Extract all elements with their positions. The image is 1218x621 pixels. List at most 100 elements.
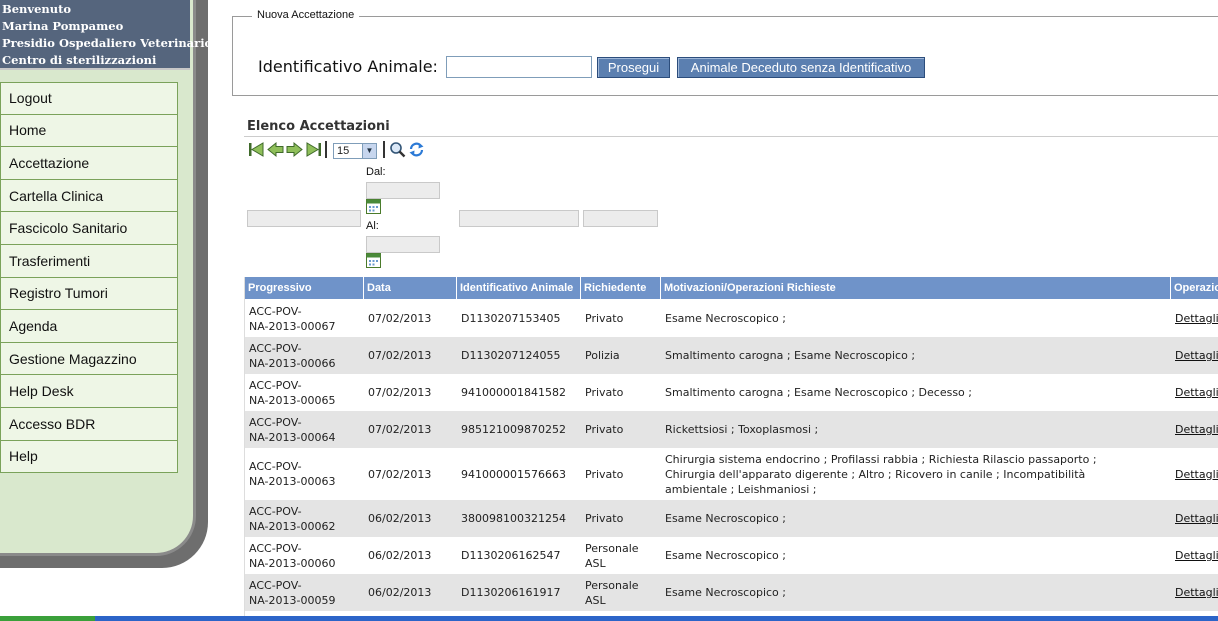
table-row: ACC-POV- NA-2013-00064 07/02/2013 98512100… bbox=[245, 411, 1218, 448]
cell-motivazioni: Esame Necroscopico ; bbox=[665, 312, 786, 325]
first-page-icon[interactable] bbox=[248, 141, 265, 158]
deceased-animal-button[interactable]: Animale Deceduto senza Identificativo bbox=[677, 57, 925, 78]
cell-animal-id: D1130207124055 bbox=[461, 349, 561, 362]
next-page-icon[interactable] bbox=[286, 141, 303, 158]
dettaglio-link[interactable]: Dettaglio bbox=[1171, 374, 1218, 411]
animal-id-label: Identificativo Animale: bbox=[258, 57, 438, 76]
animal-id-input[interactable] bbox=[446, 56, 592, 78]
menu-item-logout[interactable]: Logout bbox=[0, 82, 178, 115]
cell-motivazioni: Esame Necroscopico ; bbox=[665, 549, 786, 562]
filter-progressivo-input[interactable] bbox=[247, 210, 361, 227]
table-row: ACC-POV- NA-2013-00060 06/02/2013 D1130206… bbox=[245, 537, 1218, 574]
cell-motivazioni: Rickettsiosi ; Toxoplasmosi ; bbox=[665, 423, 819, 436]
cell-data: 07/02/2013 bbox=[368, 386, 432, 399]
filter-date-to-input[interactable] bbox=[366, 236, 440, 253]
table-row: ACC-POV- NA-2013-00067 07/02/2013 D1130207… bbox=[245, 300, 1218, 337]
refresh-icon[interactable] bbox=[408, 141, 425, 158]
dettaglio-link[interactable]: Dettaglio bbox=[1171, 448, 1218, 500]
table-row: ACC-POV- NA-2013-00059 06/02/2013 D1130206… bbox=[245, 574, 1218, 611]
new-acceptance-fieldset bbox=[232, 16, 1218, 96]
menu-item-cartella-clinica[interactable]: Cartella Clinica bbox=[0, 179, 178, 213]
dettaglio-link[interactable]: Dettaglio bbox=[1171, 574, 1218, 611]
facility-name: Presidio Ospedaliero Veterinario bbox=[2, 36, 213, 50]
menu-item-trasferimenti[interactable]: Trasferimenti bbox=[0, 244, 178, 278]
menu-item-home[interactable]: Home bbox=[0, 114, 178, 148]
cell-motivazioni: Chirurgia sistema endocrino ; Profilassi… bbox=[665, 452, 1097, 496]
menu-item-agenda[interactable]: Agenda bbox=[0, 310, 178, 343]
page-size-select[interactable]: 15 ▼ bbox=[333, 143, 377, 159]
table-row: ACC-POV- NA-2013-00065 07/02/2013 94100000… bbox=[245, 374, 1218, 411]
calendar-icon[interactable] bbox=[366, 199, 381, 214]
cell-progressivo: ACC-POV- NA-2013-00067 bbox=[249, 304, 336, 333]
cell-richiedente: Privato bbox=[585, 423, 624, 436]
prev-page-icon[interactable] bbox=[267, 141, 284, 158]
cell-richiedente: Privato bbox=[585, 386, 624, 399]
menu-item-gestione-magazzino[interactable]: Gestione Magazzino bbox=[0, 342, 178, 376]
cell-animal-id: D1130207153405 bbox=[461, 312, 561, 325]
dettaglio-link[interactable]: Dettaglio bbox=[1171, 537, 1218, 574]
cell-animal-id: 380098100321254 bbox=[461, 512, 566, 525]
cell-animal-id: D1130206161917 bbox=[461, 586, 561, 599]
dettaglio-link[interactable]: Dettaglio bbox=[1171, 500, 1218, 537]
table-row: ACC-POV- NA-2013-00062 06/02/2013 38009810… bbox=[245, 500, 1218, 537]
cell-animal-id: 985121009870252 bbox=[461, 423, 566, 436]
column-header-progressivo[interactable]: Progressivo bbox=[245, 277, 364, 299]
cell-richiedente: Privato bbox=[585, 312, 624, 325]
cell-richiedente: Personale ASL bbox=[585, 578, 639, 607]
filter-al-label: Al: bbox=[366, 220, 379, 232]
column-header-motivazioni[interactable]: Motivazioni/Operazioni Richieste bbox=[661, 277, 1171, 299]
menu-item-registro-tumori[interactable]: Registro Tumori bbox=[0, 277, 178, 311]
cell-data: 06/02/2013 bbox=[368, 549, 432, 562]
cell-progressivo: ACC-POV- NA-2013-00064 bbox=[249, 415, 336, 444]
calendar-icon[interactable] bbox=[366, 253, 381, 268]
cell-data: 07/02/2013 bbox=[368, 312, 432, 325]
cell-motivazioni: Smaltimento carogna ; Esame Necroscopico… bbox=[665, 349, 916, 362]
cell-animal-id: 941000001576663 bbox=[461, 467, 566, 481]
menu-item-help-desk[interactable]: Help Desk bbox=[0, 375, 178, 408]
search-icon[interactable] bbox=[389, 141, 406, 158]
cell-richiedente: Personale ASL bbox=[585, 541, 639, 570]
column-header-richiedente[interactable]: Richiedente bbox=[581, 277, 661, 299]
list-title: Elenco Accettazioni bbox=[247, 119, 390, 134]
title-divider bbox=[244, 136, 1218, 137]
cell-richiedente: Privato bbox=[585, 512, 624, 525]
cell-richiedente: Polizia bbox=[585, 349, 620, 362]
column-header-animal-id[interactable]: Identificativo Animale bbox=[457, 277, 581, 299]
menu-item-accettazione[interactable]: Accettazione bbox=[0, 147, 178, 180]
cell-animal-id: 941000001841582 bbox=[461, 386, 566, 399]
menu-item-help[interactable]: Help bbox=[0, 440, 178, 474]
acceptances-table: Progressivo Data Identificativo Animale … bbox=[244, 277, 1218, 621]
last-page-icon[interactable] bbox=[305, 141, 322, 158]
toolbar-separator bbox=[383, 141, 385, 158]
filter-animal-id-input[interactable] bbox=[459, 210, 579, 227]
cell-data: 06/02/2013 bbox=[368, 512, 432, 525]
cell-data: 07/02/2013 bbox=[368, 467, 432, 481]
filter-richiedente-input[interactable] bbox=[583, 210, 658, 227]
dettaglio-link[interactable]: Dettaglio bbox=[1171, 337, 1218, 374]
menu-item-accesso-bdr[interactable]: Accesso BDR bbox=[0, 407, 178, 441]
dettaglio-link[interactable]: Dettaglio bbox=[1171, 300, 1218, 337]
filter-date-from-input[interactable] bbox=[366, 182, 440, 199]
cell-progressivo: ACC-POV- NA-2013-00060 bbox=[249, 541, 336, 570]
dettaglio-link[interactable]: Dettaglio bbox=[1171, 411, 1218, 448]
column-header-operazioni[interactable]: Operazioni bbox=[1171, 277, 1218, 299]
prosegui-button[interactable]: Prosegui bbox=[597, 57, 670, 78]
table-row: ACC-POV- NA-2013-00066 07/02/2013 D1130207… bbox=[245, 337, 1218, 374]
user-info-box: Benvenuto Marina Pompameo Presidio Osped… bbox=[0, 0, 213, 70]
cell-motivazioni: Smaltimento carogna ; Esame Necroscopico… bbox=[665, 386, 972, 399]
page-size-value: 15 bbox=[337, 145, 350, 157]
user-name: Marina Pompameo bbox=[2, 19, 124, 33]
greeting: Benvenuto bbox=[2, 2, 72, 16]
os-start-button[interactable] bbox=[0, 616, 95, 621]
cell-motivazioni: Esame Necroscopico ; bbox=[665, 586, 786, 599]
column-header-data[interactable]: Data bbox=[364, 277, 457, 299]
main-menu: Logout Home Accettazione Cartella Clinic… bbox=[0, 82, 178, 474]
menu-item-fascicolo-sanitario[interactable]: Fascicolo Sanitario bbox=[0, 212, 178, 245]
toolbar-separator bbox=[325, 141, 327, 158]
chevron-down-icon[interactable]: ▼ bbox=[362, 144, 376, 158]
cell-data: 07/02/2013 bbox=[368, 423, 432, 436]
cell-progressivo: ACC-POV- NA-2013-00063 bbox=[249, 460, 336, 488]
cell-data: 07/02/2013 bbox=[368, 349, 432, 362]
cell-progressivo: ACC-POV- NA-2013-00065 bbox=[249, 378, 336, 407]
sidebar: Benvenuto Marina Pompameo Presidio Osped… bbox=[0, 0, 213, 556]
